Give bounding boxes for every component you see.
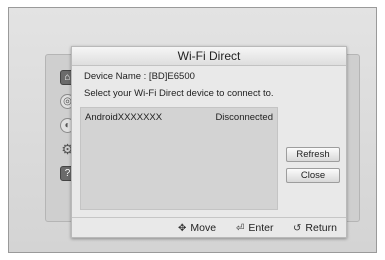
four-way-arrow-icon: ✥	[178, 222, 187, 234]
close-button[interactable]: Close	[286, 168, 340, 183]
return-hint: ↺ Return	[293, 222, 337, 234]
device-name-label: Device Name : [BD]E6500	[84, 71, 195, 82]
return-arrow-icon: ↺	[293, 222, 302, 234]
button-hint-bar: ✥ Move ⏎ Enter ↺ Return	[72, 217, 346, 239]
wifi-direct-dialog: Wi-Fi Direct Device Name : [BD]E6500 Sel…	[71, 46, 347, 238]
dialog-title: Wi-Fi Direct	[72, 47, 346, 66]
device-list: AndroidXXXXXXX Disconnected	[80, 107, 278, 210]
return-label: Return	[305, 222, 337, 234]
instruction-text: Select your Wi-Fi Direct device to conne…	[84, 88, 274, 99]
enter-label: Enter	[248, 222, 274, 234]
device-list-item[interactable]: AndroidXXXXXXX Disconnected	[81, 110, 277, 124]
move-label: Move	[190, 222, 217, 234]
enter-icon: ⏎	[236, 222, 245, 234]
device-status: Disconnected	[215, 112, 273, 123]
device-name: AndroidXXXXXXX	[85, 112, 163, 123]
refresh-button[interactable]: Refresh	[286, 147, 340, 162]
move-hint: ✥ Move	[178, 222, 216, 234]
enter-hint: ⏎ Enter	[236, 222, 274, 234]
tv-screen: ⌂ ◎ ◐ ⚙ ? Wi-Fi Direct Device Name : [BD…	[8, 7, 377, 253]
